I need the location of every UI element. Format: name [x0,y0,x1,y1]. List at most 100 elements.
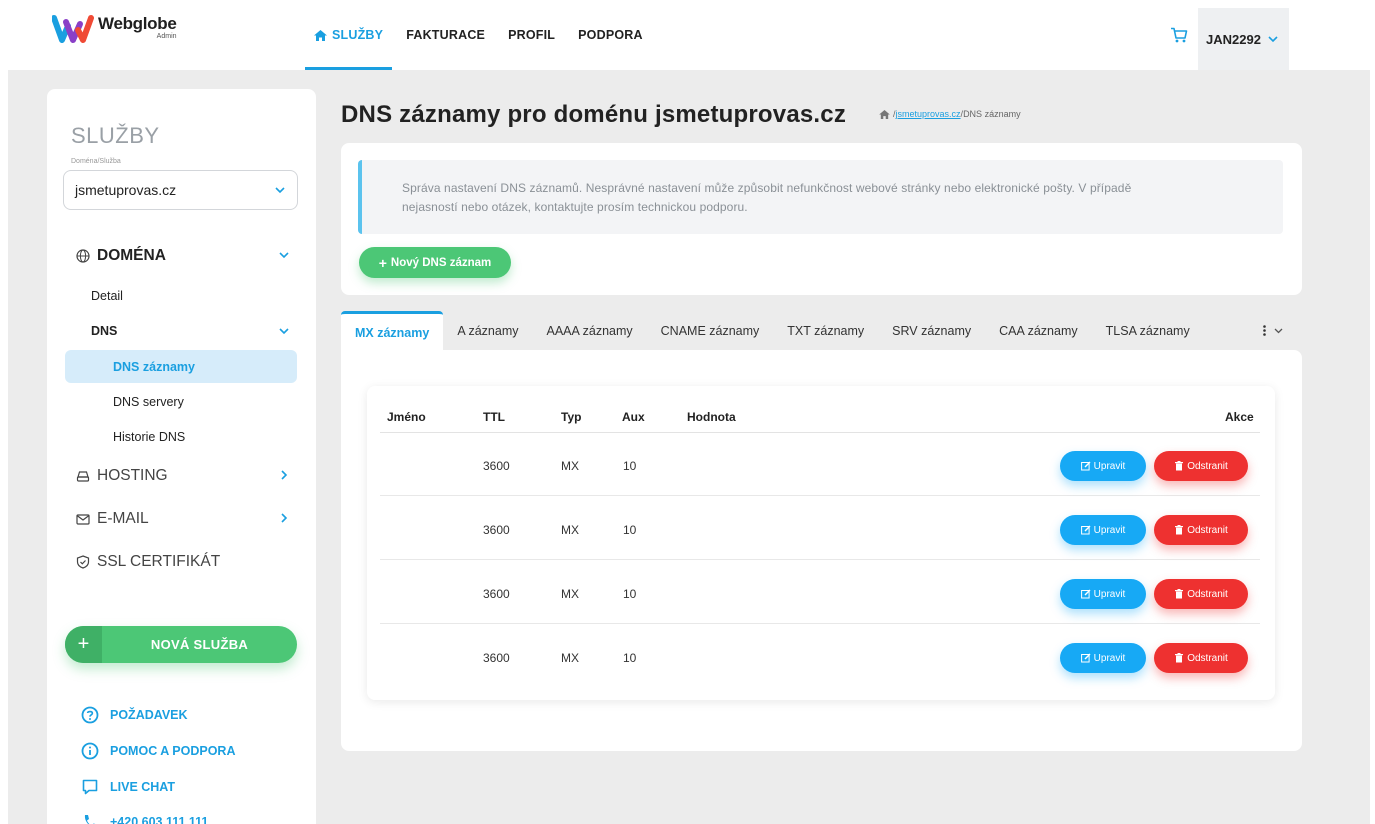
envelope-icon [76,514,90,525]
nav-podpora[interactable]: PODPORA [569,0,652,70]
tab-mx[interactable]: MX záznamy [341,311,444,350]
cart-icon[interactable] [1170,27,1188,43]
chevron-down-icon [275,187,285,194]
records-panel: Jméno TTL Typ Aux Hodnota Akce 3600 MX 1… [341,350,1302,751]
column-header-ttl: TTL [483,410,505,424]
sidebar-item-dns-history[interactable]: Historie DNS [113,430,185,444]
cell-ttl: 3600 [483,459,510,473]
nav-sluzby[interactable]: SLUŽBY [305,0,393,70]
edit-label: Upravit [1093,460,1126,472]
tab-caa[interactable]: CAA záznamy [985,311,1092,350]
sidebar-item-dns-servers[interactable]: DNS servery [113,395,184,409]
sidebar-item-hosting[interactable]: HOSTING [76,467,288,485]
sidebar-item-domena[interactable]: DOMÉNA [76,247,289,265]
cell-aux: 10 [623,651,637,665]
help-link[interactable]: POMOC A PODPORA [81,742,235,760]
column-header-actions: Akce [1225,410,1254,424]
delete-label: Odstranit [1187,524,1228,536]
breadcrumb-domain-link[interactable]: jsmetuprovas.cz [896,109,961,119]
request-link[interactable]: POŽADAVEK [81,706,188,724]
cell-ttl: 3600 [483,651,510,665]
nav-profil[interactable]: PROFIL [499,0,564,70]
edit-label: Upravit [1093,524,1126,536]
sidebar-item-ssl[interactable]: SSL CERTIFIKÁT [76,553,220,571]
info-icon [81,742,99,760]
sidebar-title: SLUŽBY [71,123,160,148]
home-icon[interactable] [879,109,890,119]
record-type-tabs: MX záznamy A záznamy AAAA záznamy CNAME … [341,311,1302,350]
breadcrumb-current: DNS záznamy [963,109,1021,119]
table-row: 3600 MX 10 Upravit Odstranit [380,433,1260,496]
chevron-right-icon [281,470,288,480]
user-name: JAN2292 [1206,31,1261,47]
cell-type: MX [561,587,579,601]
server-icon [76,471,90,482]
delete-button[interactable]: Odstranit [1154,643,1248,673]
sidebar-item-email[interactable]: E-MAIL [76,510,288,528]
tab-txt[interactable]: TXT záznamy [773,311,878,350]
plus-icon: + [378,254,387,271]
request-label: POŽADAVEK [110,708,188,722]
nav-label: SLUŽBY [332,28,384,42]
logo[interactable]: Webglobe Admin [52,14,177,44]
nav-label: PODPORA [578,28,643,42]
sidebar-item-label: HOSTING [97,467,168,484]
new-dns-record-label: Nový DNS záznam [390,256,492,269]
chevron-down-icon [1268,35,1278,42]
more-tabs-button[interactable] [1263,325,1283,336]
phone-link[interactable]: +420 603 111 111 [81,813,208,824]
tab-cname[interactable]: CNAME záznamy [647,311,774,350]
sidebar-item-dns[interactable]: DNS [91,324,296,338]
trash-icon [1175,525,1184,535]
new-service-button[interactable]: + NOVÁ SLUŽBA [65,626,297,663]
new-dns-record-button[interactable]: + Nový DNS záznam [359,247,511,278]
edit-icon [1080,653,1091,663]
tab-srv[interactable]: SRV záznamy [878,311,985,350]
sidebar-item-label: SSL CERTIFIKÁT [97,553,221,570]
cell-aux: 10 [623,587,637,601]
domain-select-value: jsmetuprovas.cz [75,182,177,198]
column-header-aux: Aux [622,410,645,424]
brand-sub: Admin [156,33,177,40]
tab-a[interactable]: A záznamy [443,311,532,350]
phone-icon [84,815,96,824]
edit-button[interactable]: Upravit [1060,515,1146,545]
alert-text-line1: Správa nastavení DNS záznamů. Nesprávné … [402,181,1132,195]
edit-label: Upravit [1093,652,1126,664]
brand-name: Webglobe [98,14,177,33]
delete-label: Odstranit [1187,652,1228,664]
user-menu[interactable]: JAN2292 [1198,8,1289,70]
chevron-down-icon [1274,328,1283,333]
trash-icon [1175,589,1184,599]
edit-button[interactable]: Upravit [1060,451,1146,481]
delete-button[interactable]: Odstranit [1154,451,1248,481]
nav-fakturace[interactable]: FAKTURACE [397,0,494,70]
delete-button[interactable]: Odstranit [1154,515,1248,545]
webglobe-logo-icon [52,15,94,43]
edit-button[interactable]: Upravit [1060,579,1146,609]
delete-button[interactable]: Odstranit [1154,579,1248,609]
sidebar-item-dns-records[interactable]: DNS záznamy [65,350,297,383]
breadcrumb: / jsmetuprovas.cz / DNS záznamy [879,109,1021,119]
table-row: 3600 MX 10 Upravit Odstranit [380,497,1260,560]
live-chat-link[interactable]: LIVE CHAT [81,778,175,796]
alert-text-line2: nejasností nebo otázek, kontaktujte pros… [402,200,748,214]
tab-tlsa[interactable]: TLSA záznamy [1092,311,1204,350]
live-chat-label: LIVE CHAT [110,780,176,794]
edit-icon [1080,461,1091,471]
trash-icon [1175,461,1184,471]
edit-button[interactable]: Upravit [1060,643,1146,673]
domain-select[interactable]: jsmetuprovas.cz [63,170,298,210]
main-nav: SLUŽBY FAKTURACE PROFIL PODPORA [305,0,657,70]
trash-icon [1175,653,1184,663]
sidebar-subtitle: Doména/Služba [71,158,121,165]
edit-label: Upravit [1093,588,1126,600]
table-row: 3600 MX 10 Upravit Odstranit [380,561,1260,624]
delete-label: Odstranit [1187,588,1228,600]
phone-label: +420 603 111 111 [110,815,209,824]
top-navbar: Webglobe Admin SLUŽBY FAKTURACE PROFIL P… [0,0,1375,70]
tab-aaaa[interactable]: AAAA záznamy [532,311,646,350]
delete-label: Odstranit [1187,460,1228,472]
sidebar-item-detail[interactable]: Detail [91,289,123,303]
column-header-type: Typ [561,410,582,424]
